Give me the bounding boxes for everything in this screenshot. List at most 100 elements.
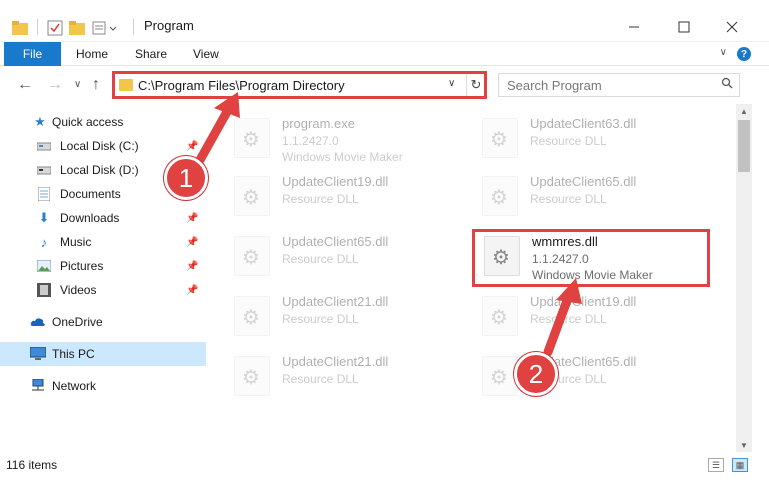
file-type: Resource DLL: [530, 192, 607, 206]
file-icon: [234, 176, 270, 216]
pin-icon: 📌: [186, 260, 199, 272]
tiles-view-icon[interactable]: ▦: [732, 458, 748, 472]
sidebar-item-label: Music: [60, 235, 92, 249]
sidebar-item-label: Local Disk (C:): [60, 139, 139, 153]
file-item[interactable]: UpdateClient19.dll Resource DLL: [470, 288, 710, 344]
file-type: Resource DLL: [282, 372, 359, 386]
window-title: Program: [144, 18, 194, 33]
close-icon: [726, 21, 738, 33]
file-icon: [482, 356, 518, 396]
tab-home[interactable]: Home: [76, 42, 108, 66]
vertical-scrollbar[interactable]: ▲ ▼: [736, 104, 752, 452]
file-item[interactable]: UpdateClient65.dll Resource DLL: [470, 168, 710, 224]
sidebar-item-label: This PC: [52, 347, 95, 361]
address-highlight: [112, 71, 487, 99]
sidebar-item-label: Pictures: [60, 259, 104, 273]
maximize-icon: [678, 21, 690, 33]
pin-icon: 📌: [186, 212, 199, 224]
file-item[interactable]: UpdateClient21.dll Resource DLL: [222, 348, 462, 404]
drive-icon: [36, 162, 52, 178]
recent-locations-icon[interactable]: ∨: [74, 79, 81, 90]
file-item[interactable]: UpdateClient21.dll Resource DLL: [222, 288, 462, 344]
item-count: 116 items: [6, 458, 58, 472]
folder-icon: [12, 18, 28, 38]
sidebar-item-this-pc[interactable]: This PC: [0, 342, 206, 366]
status-bar: 116 items ☰ ▦: [0, 452, 769, 487]
file-name: UpdateClient65.dll: [282, 234, 389, 249]
scroll-up-icon[interactable]: ▲: [736, 104, 752, 118]
file-item[interactable]: program.exe 1.1.2427.0 Windows Movie Mak…: [222, 110, 462, 166]
sidebar-item-music[interactable]: ♪ Music 📌: [0, 230, 206, 254]
pin-icon: 📌: [186, 284, 199, 296]
file-name: UpdateClient21.dll: [282, 294, 389, 309]
music-icon: ♪: [40, 234, 48, 250]
scroll-thumb[interactable]: [738, 120, 750, 172]
forward-arrow-icon[interactable]: →: [47, 76, 63, 94]
file-name: UpdateClient65.dll: [530, 174, 637, 189]
file-icon: [482, 118, 518, 158]
tab-view[interactable]: View: [193, 42, 219, 66]
star-icon: ★: [34, 114, 46, 129]
computer-icon: [30, 346, 46, 362]
back-arrow-icon[interactable]: ←: [17, 76, 33, 94]
file-highlight: [472, 229, 710, 287]
step-badge-1: 1: [164, 156, 208, 200]
videos-icon: [36, 282, 52, 298]
sidebar-item-label: Documents: [60, 187, 121, 201]
sidebar-item-network[interactable]: Network: [0, 374, 206, 398]
pin-icon: 📌: [186, 236, 199, 248]
file-type: Resource DLL: [530, 134, 607, 148]
sidebar-item-quick-access[interactable]: ★ Quick access: [0, 110, 206, 134]
sidebar-item-local-disk-c[interactable]: Local Disk (C:) 📌: [0, 134, 206, 158]
sidebar-item-pictures[interactable]: Pictures 📌: [0, 254, 206, 278]
file-icon: [234, 356, 270, 396]
drive-icon: [36, 138, 52, 154]
new-folder-icon[interactable]: [69, 18, 85, 38]
minimize-icon: [629, 26, 639, 28]
sidebar-item-label: Downloads: [60, 211, 120, 225]
sidebar-item-onedrive[interactable]: OneDrive: [0, 310, 206, 334]
details-view-icon[interactable]: ☰: [708, 458, 724, 472]
file-item[interactable]: UpdateClient65.dll Resource DLL: [222, 228, 462, 284]
file-type: Resource DLL: [282, 252, 359, 266]
network-icon: [30, 378, 46, 394]
pictures-icon: [36, 258, 52, 274]
file-type: Resource DLL: [282, 192, 359, 206]
file-item[interactable]: UpdateClient19.dll Resource DLL: [222, 168, 462, 224]
minimize-button[interactable]: [614, 12, 654, 42]
file-description: Windows Movie Maker: [282, 150, 403, 164]
separator: [133, 19, 134, 35]
ribbon: File Home Share View ∨ ?: [0, 42, 769, 66]
download-icon: ⬇: [38, 210, 50, 225]
cloud-icon: [30, 314, 46, 330]
documents-icon: [36, 186, 52, 202]
file-name: UpdateClient21.dll: [282, 354, 389, 369]
file-icon: [234, 118, 270, 158]
maximize-button[interactable]: [664, 12, 704, 42]
sidebar-item-videos[interactable]: Videos 📌: [0, 278, 206, 302]
close-button[interactable]: [712, 12, 752, 42]
up-arrow-icon[interactable]: ↑: [92, 76, 100, 94]
file-name: UpdateClient19.dll: [530, 294, 637, 309]
tab-file[interactable]: File: [4, 42, 61, 66]
tab-share[interactable]: Share: [135, 42, 167, 66]
file-icon: [234, 236, 270, 276]
properties-icon[interactable]: [47, 18, 63, 38]
customize-icon[interactable]: [92, 18, 120, 38]
sidebar-item-label: OneDrive: [52, 315, 103, 329]
file-name: UpdateClient63.dll: [530, 116, 637, 131]
search-placeholder: Search Program: [507, 78, 602, 93]
file-item[interactable]: UpdateClient65.dll Resource DLL: [470, 348, 710, 404]
sidebar-item-downloads[interactable]: ⬇ Downloads 📌: [0, 206, 206, 230]
separator: [37, 19, 38, 35]
title-bar: Program: [0, 0, 769, 42]
help-icon[interactable]: ?: [737, 47, 751, 61]
sidebar-item-label: Videos: [60, 283, 97, 297]
file-item[interactable]: UpdateClient63.dll Resource DLL: [470, 110, 710, 166]
expand-ribbon-icon[interactable]: ∨: [720, 47, 727, 58]
scroll-down-icon[interactable]: ▼: [736, 438, 752, 452]
file-icon: [482, 296, 518, 336]
search-input[interactable]: Search Program: [498, 73, 740, 97]
file-type: Resource DLL: [282, 312, 359, 326]
search-icon: [721, 77, 733, 92]
